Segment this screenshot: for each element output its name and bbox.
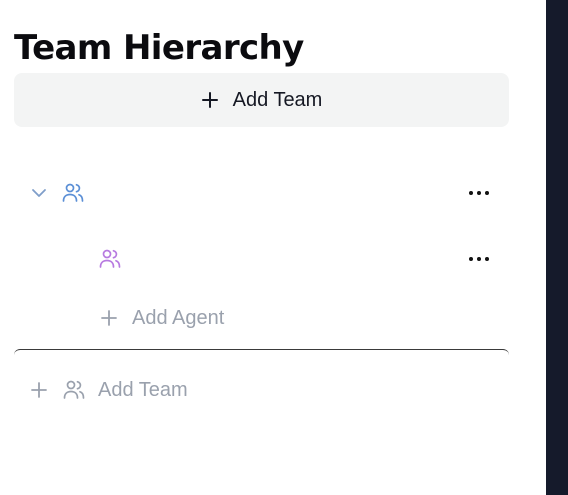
divider — [14, 349, 509, 360]
chevron-down-icon[interactable] — [30, 184, 48, 202]
more-options-icon[interactable] — [469, 186, 489, 200]
more-options-icon[interactable] — [469, 252, 489, 266]
plus-icon — [30, 381, 48, 399]
page-title: Team Hierarchy — [14, 28, 304, 68]
team-row[interactable] — [14, 171, 509, 215]
users-icon — [98, 247, 122, 271]
team-hierarchy-panel: Team Hierarchy Add Team Add Agent Add Te… — [0, 0, 568, 495]
add-team-button[interactable]: Add Team — [14, 73, 509, 127]
side-panel-edge — [546, 0, 568, 495]
add-agent-button[interactable]: Add Agent — [100, 303, 224, 333]
users-icon — [61, 181, 85, 205]
add-team-link[interactable]: Add Team — [30, 375, 188, 405]
add-team-link-label: Add Team — [98, 378, 188, 401]
plus-icon — [100, 309, 118, 327]
plus-icon — [201, 91, 219, 109]
add-team-button-label: Add Team — [232, 88, 323, 111]
users-icon — [62, 378, 86, 402]
add-agent-label: Add Agent — [132, 306, 225, 329]
agent-row[interactable] — [14, 237, 509, 281]
